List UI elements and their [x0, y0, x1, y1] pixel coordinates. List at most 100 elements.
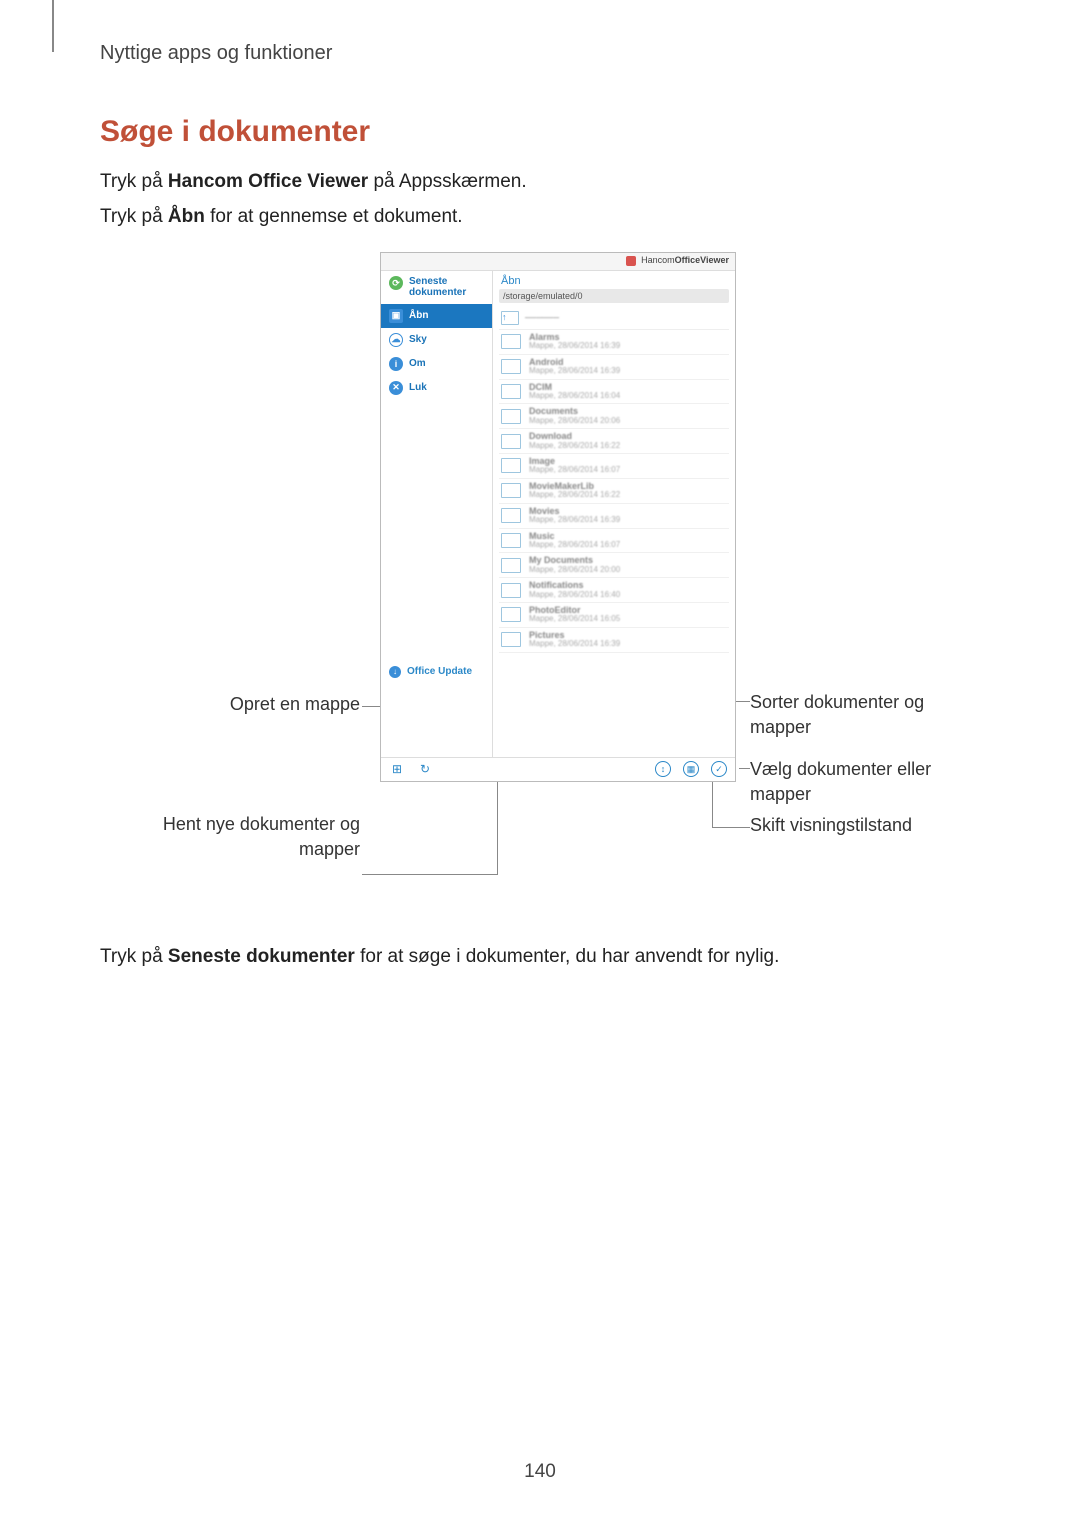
folder-icon: [501, 508, 521, 523]
breadcrumb-path[interactable]: /storage/emulated/0: [499, 289, 729, 303]
folder-row[interactable]: AlarmsMappe, 28/06/2014 16:39: [499, 330, 729, 355]
folder-date: Mappe, 28/06/2014 20:00: [529, 566, 620, 574]
folder-icon: [501, 359, 521, 374]
folder-icon: [501, 533, 521, 548]
folder-date: Mappe, 28/06/2014 16:05: [529, 615, 620, 623]
view-mode-icon[interactable]: ▦: [683, 761, 699, 777]
page-margin-line: [52, 0, 54, 52]
app-logo-icon: [626, 256, 636, 266]
folder-row[interactable]: NotificationsMappe, 28/06/2014 16:40: [499, 578, 729, 603]
callout-create-folder: Opret en mappe: [230, 694, 360, 715]
sidebar-label-recent: Seneste dokumenter: [409, 276, 484, 299]
app-screenshot: HancomOfficeViewer ⟳ Seneste dokumenter …: [380, 252, 736, 782]
p1-suffix: på Appsskærmen.: [368, 171, 526, 192]
sidebar-item-recent[interactable]: ⟳ Seneste dokumenter: [381, 271, 492, 304]
toolbar: ⊞ ↻ ↕ ▦ ✓: [381, 757, 735, 781]
sidebar-label-sky: Sky: [409, 334, 427, 345]
file-list[interactable]: ↑ ────── AlarmsMappe, 28/06/2014 16:39An…: [493, 307, 735, 757]
paragraph-1: Tryk på Hancom Office Viewer på Appsskær…: [100, 167, 980, 196]
main-panel: Åbn /storage/emulated/0 ↑ ────── AlarmsM…: [493, 271, 735, 757]
folder-row[interactable]: DownloadMappe, 28/06/2014 16:22: [499, 429, 729, 454]
screenshot-titlebar: HancomOfficeViewer: [381, 253, 735, 271]
sidebar-item-close[interactable]: ✕ Luk: [381, 376, 492, 400]
folder-date: Mappe, 28/06/2014 16:07: [529, 466, 620, 474]
folder-date: Mappe, 28/06/2014 16:22: [529, 442, 620, 450]
sort-icon[interactable]: ↕: [655, 761, 671, 777]
folder-date: Mappe, 28/06/2014 20:06: [529, 417, 620, 425]
sidebar-item-about[interactable]: i Om: [381, 352, 492, 376]
p2-suffix: for at gennemse et dokument.: [205, 206, 463, 227]
sidebar-label-open: Åbn: [409, 310, 428, 321]
refresh-icon[interactable]: ↻: [417, 761, 433, 777]
folder-date: Mappe, 28/06/2014 16:39: [529, 640, 620, 648]
folder-row[interactable]: DocumentsMappe, 28/06/2014 20:06: [499, 404, 729, 429]
annotated-figure: Opret en mappe Hent nye dokumenter og ma…: [100, 252, 980, 912]
panel-title: Åbn: [493, 271, 735, 289]
leader-line: [712, 774, 713, 828]
parent-dir-label: ──────: [525, 313, 559, 322]
folder-date: Mappe, 28/06/2014 16:40: [529, 591, 620, 599]
paragraph-3: Tryk på Seneste dokumenter for at søge i…: [100, 942, 980, 971]
folder-date: Mappe, 28/06/2014 16:39: [529, 516, 620, 524]
page-number: 140: [0, 1461, 1080, 1483]
folder-icon: [501, 483, 521, 498]
leader-line: [712, 827, 750, 828]
paragraph-2: Tryk på Åbn for at gennemse et dokument.: [100, 202, 980, 231]
folder-icon: [501, 583, 521, 598]
p2-prefix: Tryk på: [100, 206, 168, 227]
folder-date: Mappe, 28/06/2014 16:04: [529, 392, 620, 400]
folder-icon: [501, 409, 521, 424]
folder-icon: [501, 607, 521, 622]
callout-refresh: Hent nye dokumenter og mapper: [100, 812, 360, 862]
folder-row[interactable]: MovieMakerLibMappe, 28/06/2014 16:22: [499, 479, 729, 504]
p1-prefix: Tryk på: [100, 171, 168, 192]
folder-row[interactable]: MusicMappe, 28/06/2014 16:07: [499, 529, 729, 554]
folder-icon: [501, 458, 521, 473]
folder-icon: [501, 632, 521, 647]
running-header: Nyttige apps og funktioner: [100, 42, 980, 65]
folder-row[interactable]: PhotoEditorMappe, 28/06/2014 16:05: [499, 603, 729, 628]
folder-date: Mappe, 28/06/2014 16:39: [529, 342, 620, 350]
p3-suffix: for at søge i dokumenter, du har anvendt…: [355, 946, 780, 967]
clock-icon: ⟳: [389, 276, 403, 290]
sidebar-item-sky[interactable]: ☁ Sky: [381, 328, 492, 352]
folder-row[interactable]: ImageMappe, 28/06/2014 16:07: [499, 454, 729, 479]
folder-icon: ↑: [501, 311, 519, 325]
arrow-up-icon: ↑: [502, 312, 507, 322]
leader-line: [739, 768, 750, 769]
folder-icon: ▣: [389, 309, 403, 323]
folder-icon: [501, 334, 521, 349]
folder-icon: [501, 384, 521, 399]
parent-dir-row[interactable]: ↑ ──────: [499, 307, 729, 330]
callout-select: Vælg dokumenter eller mapper: [750, 757, 980, 807]
info-icon: i: [389, 357, 403, 371]
folder-icon: [501, 558, 521, 573]
leader-line: [362, 874, 498, 875]
folder-date: Mappe, 28/06/2014 16:39: [529, 367, 620, 375]
folder-row[interactable]: My DocumentsMappe, 28/06/2014 20:00: [499, 553, 729, 578]
p1-bold: Hancom Office Viewer: [168, 171, 368, 192]
leader-line: [362, 706, 380, 707]
folder-row[interactable]: PicturesMappe, 28/06/2014 16:39: [499, 628, 729, 653]
folder-row[interactable]: AndroidMappe, 28/06/2014 16:39: [499, 355, 729, 380]
leader-line: [497, 776, 498, 874]
callout-view-mode: Skift visningstilstand: [750, 815, 912, 836]
sidebar-label-update: Office Update: [407, 666, 472, 677]
cloud-icon: ☁: [389, 333, 403, 347]
p3-bold: Seneste dokumenter: [168, 946, 355, 967]
p2-bold: Åbn: [168, 206, 205, 227]
new-folder-icon[interactable]: ⊞: [389, 761, 405, 777]
sidebar-label-close: Luk: [409, 382, 427, 393]
update-icon: ↓: [389, 666, 401, 678]
callout-sort: Sorter dokumenter og mapper: [750, 690, 980, 740]
sidebar-item-open[interactable]: ▣ Åbn: [381, 304, 492, 328]
sidebar-label-about: Om: [409, 358, 426, 369]
folder-icon: [501, 434, 521, 449]
folder-row[interactable]: DCIMMappe, 28/06/2014 16:04: [499, 380, 729, 405]
sidebar-item-update[interactable]: ↓ Office Update: [381, 660, 492, 684]
select-icon[interactable]: ✓: [711, 761, 727, 777]
section-heading: Søge i dokumenter: [100, 115, 980, 149]
folder-date: Mappe, 28/06/2014 16:07: [529, 541, 620, 549]
brand-suffix: OfficeViewer: [675, 255, 729, 265]
folder-row[interactable]: MoviesMappe, 28/06/2014 16:39: [499, 504, 729, 529]
